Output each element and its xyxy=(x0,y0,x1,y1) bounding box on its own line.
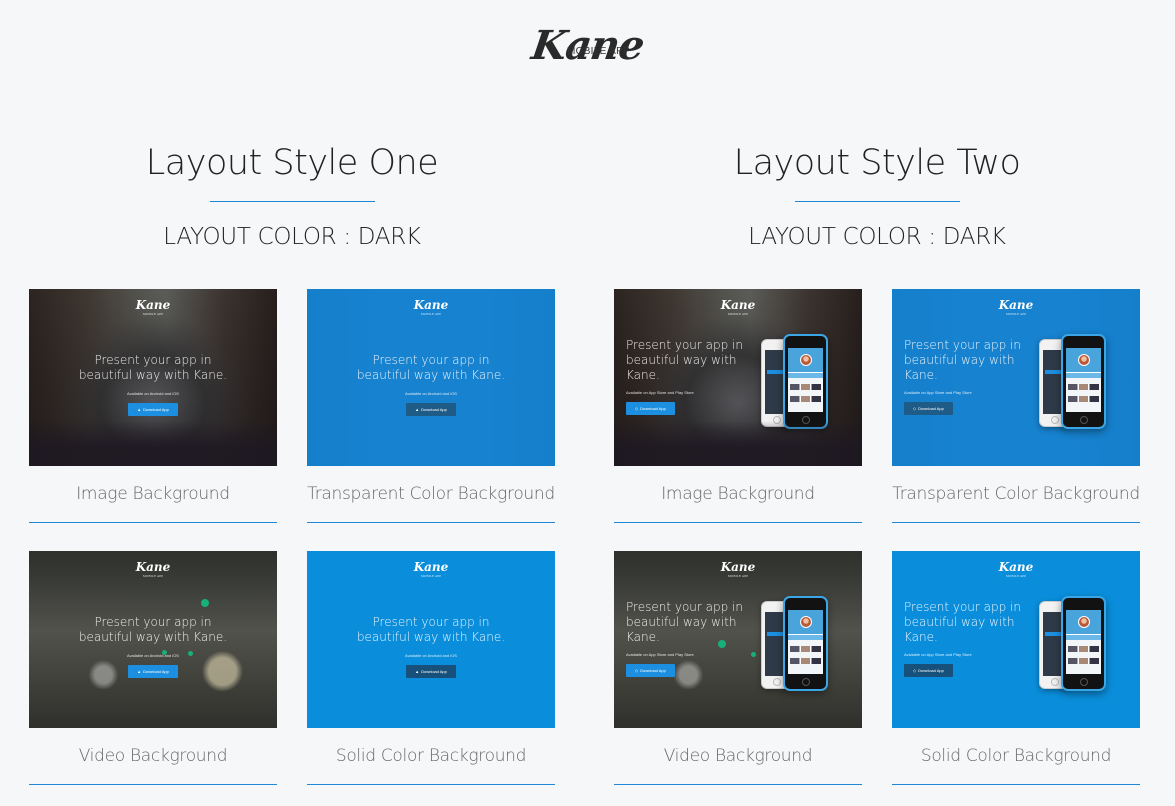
preview-hero: Present your app in beautiful way with K… xyxy=(626,338,746,415)
preview-availability: Available on App Store and Play Store xyxy=(904,652,972,657)
card-label[interactable]: Transparent Color Background xyxy=(307,483,555,505)
card-label[interactable]: Image Background xyxy=(614,483,862,505)
card-label[interactable]: Image Background xyxy=(29,483,277,505)
phone-mockups xyxy=(1039,596,1114,693)
preview-logo: Kane MOBILE APP xyxy=(720,560,756,578)
preview-hero: Present your app in beautiful way with K… xyxy=(626,600,746,677)
demo-card-video-background[interactable]: Kane MOBILE APP Present your app in beaut… xyxy=(29,551,277,785)
preview-download-button[interactable]: ▲ Download App xyxy=(406,665,456,678)
phone-mockups xyxy=(1039,334,1114,431)
demo-preview-link[interactable]: Kane MOBILE APP Present your app in beaut… xyxy=(29,289,277,466)
diamond-icon: ◇ xyxy=(913,406,917,411)
demo-card-image-background[interactable]: Kane MOBILE APP Present your app in beaut… xyxy=(614,289,862,523)
preview-headline: Present your app in beautiful way with K… xyxy=(356,615,506,644)
preview-headline: Present your app in beautiful way with K… xyxy=(904,600,1021,644)
android-icon: ▲ xyxy=(415,407,420,412)
android-icon: ▲ xyxy=(137,669,142,674)
blue-phone-mockup xyxy=(783,334,828,429)
demo-card-solid-color-background[interactable]: Kane MOBILE APP Present your app in beaut… xyxy=(892,551,1140,785)
preview-hero: Present your app in beautiful way with K… xyxy=(29,615,277,678)
diamond-icon: ◇ xyxy=(913,668,917,673)
title-divider xyxy=(794,201,960,202)
phone-mockups xyxy=(761,334,836,431)
card-underline xyxy=(614,784,862,785)
card-underline xyxy=(307,784,555,785)
preview-headline: Present your app in beautiful way with K… xyxy=(626,338,743,382)
preview-hero: Present your app in beautiful way with K… xyxy=(307,353,555,416)
traffic-light-decoration xyxy=(201,599,209,607)
traffic-light-decoration xyxy=(751,652,756,657)
preview-download-button[interactable]: ▲ Download App xyxy=(128,665,178,678)
card-label[interactable]: Video Background xyxy=(614,745,862,767)
preview-download-button[interactable]: ◇ Download App xyxy=(904,664,953,677)
card-label[interactable]: Solid Color Background xyxy=(307,745,555,767)
preview-headline: Present your app in beautiful way with K… xyxy=(78,353,228,382)
preview-logo: Kane MOBILE APP xyxy=(413,560,449,578)
preview-hero: Present your app in beautiful way with K… xyxy=(307,615,555,678)
preview-availability: Available on App Store and Play Store xyxy=(626,652,694,657)
card-label[interactable]: Transparent Color Background xyxy=(892,483,1140,505)
logo-subtitle: MOBILE APP xyxy=(567,46,631,57)
android-icon: ▲ xyxy=(137,407,142,412)
demo-card-image-background[interactable]: Kane MOBILE APP Present your app in beaut… xyxy=(29,289,277,523)
card-underline xyxy=(29,522,277,523)
card-underline xyxy=(307,522,555,523)
preview-hero: Present your app in beautiful way with K… xyxy=(29,353,277,416)
preview-logo: Kane MOBILE APP xyxy=(998,298,1034,316)
section-subtitle: LAYOUT COLOR : DARK xyxy=(163,224,421,250)
preview-availability: Available on Android and iOS xyxy=(405,653,457,658)
preview-headline: Present your app in beautiful way with K… xyxy=(626,600,743,644)
demo-card-transparent-color-background[interactable]: Kane MOBILE APP Present your app in beaut… xyxy=(307,289,555,523)
preview-download-button[interactable]: ◇ Download App xyxy=(626,402,675,415)
preview-availability: Available on Android and iOS xyxy=(127,391,179,396)
phone-mockups xyxy=(761,596,836,693)
demo-preview-link[interactable]: Kane MOBILE APP Present your app in beaut… xyxy=(892,551,1140,728)
blue-phone-mockup xyxy=(1061,334,1106,429)
preview-headline: Present your app in beautiful way with K… xyxy=(356,353,506,382)
preview-logo: Kane MOBILE APP xyxy=(135,298,171,316)
blue-phone-mockup xyxy=(783,596,828,691)
card-underline xyxy=(892,522,1140,523)
preview-hero: Present your app in beautiful way with K… xyxy=(904,600,1024,677)
demo-preview-link[interactable]: Kane MOBILE APP Present your app in beaut… xyxy=(614,289,862,466)
android-icon: ▲ xyxy=(415,669,420,674)
layout-style-one-section: Layout Style One LAYOUT COLOR : DARK xyxy=(27,140,557,252)
preview-download-button[interactable]: ◇ Download App xyxy=(626,664,675,677)
card-label[interactable]: Solid Color Background xyxy=(892,745,1140,767)
section-subtitle: LAYOUT COLOR : DARK xyxy=(748,224,1006,250)
demo-preview-link[interactable]: Kane MOBILE APP Present your app in beaut… xyxy=(307,551,555,728)
demo-preview-link[interactable]: Kane MOBILE APP Present your app in beaut… xyxy=(29,551,277,728)
preview-download-button[interactable]: ▲ Download App xyxy=(406,403,456,416)
diamond-icon: ◇ xyxy=(635,406,639,411)
section-title: Layout Style Two xyxy=(733,143,1021,183)
title-divider xyxy=(209,201,375,202)
card-underline xyxy=(29,784,277,785)
demo-card-solid-color-background[interactable]: Kane MOBILE APP Present your app in beaut… xyxy=(307,551,555,785)
card-underline xyxy=(892,784,1140,785)
preview-logo: Kane MOBILE APP xyxy=(998,560,1034,578)
preview-availability: Available on App Store and Play Store xyxy=(904,390,972,395)
preview-logo: Kane MOBILE APP xyxy=(413,298,449,316)
section-title: Layout Style One xyxy=(145,143,439,183)
card-label[interactable]: Video Background xyxy=(29,745,277,767)
preview-headline: Present your app in beautiful way with K… xyxy=(904,338,1021,382)
demo-preview-link[interactable]: Kane MOBILE APP Present your app in beaut… xyxy=(614,551,862,728)
diamond-icon: ◇ xyxy=(635,668,639,673)
blue-phone-mockup xyxy=(1061,596,1106,691)
preview-hero: Present your app in beautiful way with K… xyxy=(904,338,1024,415)
preview-availability: Available on Android and iOS xyxy=(127,653,179,658)
preview-availability: Available on Android and iOS xyxy=(405,391,457,396)
preview-logo: Kane MOBILE APP xyxy=(135,560,171,578)
demo-preview-link[interactable]: Kane MOBILE APP Present your app in beaut… xyxy=(892,289,1140,466)
layout-style-two-section: Layout Style Two LAYOUT COLOR : DARK xyxy=(612,140,1142,252)
preview-availability: Available on App Store and Play Store xyxy=(626,390,694,395)
demo-card-transparent-color-background[interactable]: Kane MOBILE APP Present your app in beaut… xyxy=(892,289,1140,523)
demo-preview-link[interactable]: Kane MOBILE APP Present your app in beaut… xyxy=(307,289,555,466)
preview-download-button[interactable]: ▲ Download App xyxy=(128,403,178,416)
preview-headline: Present your app in beautiful way with K… xyxy=(78,615,228,644)
card-underline xyxy=(614,522,862,523)
preview-download-button[interactable]: ◇ Download App xyxy=(904,402,953,415)
preview-logo: Kane MOBILE APP xyxy=(720,298,756,316)
demo-card-video-background[interactable]: Kane MOBILE APP Present your app in beaut… xyxy=(614,551,862,785)
